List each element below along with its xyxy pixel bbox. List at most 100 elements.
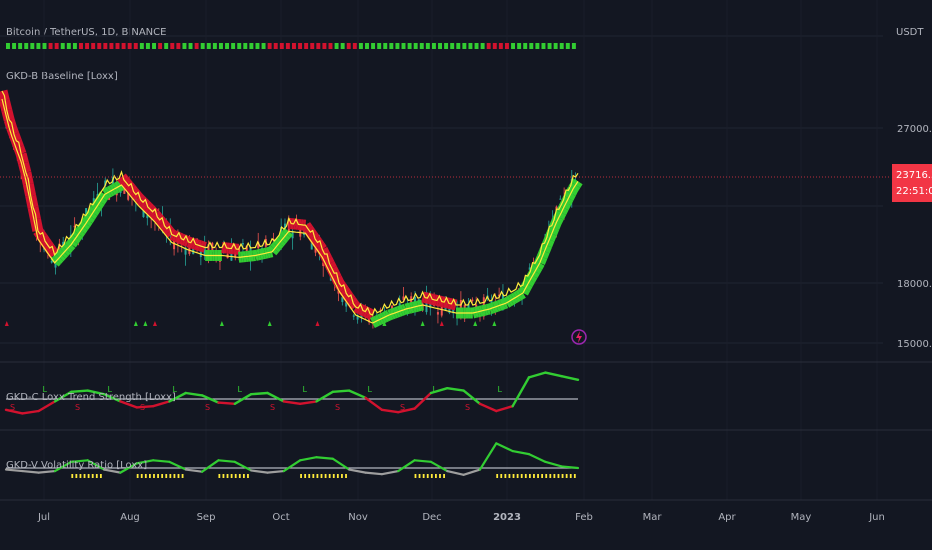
volatility-segment xyxy=(462,468,482,476)
trend-signal-label: S xyxy=(140,403,145,412)
trend-marker xyxy=(6,43,10,49)
signal-arrow xyxy=(473,321,478,326)
trend-signal-label: L xyxy=(368,385,373,394)
volatility-dot xyxy=(341,474,343,478)
volatility-dot xyxy=(565,474,568,478)
volatility-dot xyxy=(496,474,499,478)
volatility-dot xyxy=(443,474,445,478)
trend-marker xyxy=(444,43,449,49)
volatility-pane-title: GKD-V Volatility Ratio [Loxx] xyxy=(6,460,147,471)
volatility-dot xyxy=(173,474,176,478)
volatility-dot xyxy=(300,474,302,478)
volatility-dot xyxy=(238,474,241,478)
trend-marker xyxy=(48,43,53,49)
trend-marker xyxy=(298,43,303,49)
trend-marker xyxy=(395,43,400,49)
trend-marker xyxy=(249,43,254,49)
volatility-segment xyxy=(364,471,383,476)
volatility-dot xyxy=(569,474,572,478)
trend-marker xyxy=(279,43,284,49)
trend-marker xyxy=(547,43,552,49)
trend-signal-label: L xyxy=(303,385,308,394)
volatility-dot xyxy=(177,474,180,478)
trend-marker xyxy=(328,43,333,49)
candle-body xyxy=(559,198,562,200)
trend-marker xyxy=(170,43,175,49)
signal-arrow xyxy=(133,321,138,326)
grid-lines xyxy=(0,0,883,500)
trend-marker xyxy=(486,43,491,49)
trend-marker xyxy=(535,43,540,49)
volatility-segment xyxy=(478,442,498,471)
x-tick-label: Jun xyxy=(868,512,885,523)
trend-marker xyxy=(109,43,114,49)
volatility-dot xyxy=(345,474,347,478)
volatility-dot xyxy=(520,474,523,478)
volatility-dot xyxy=(439,474,441,478)
trend-strength-segment xyxy=(462,389,482,405)
trend-marker xyxy=(145,43,150,49)
trend-strength-segment xyxy=(184,391,204,397)
trend-strength-segment xyxy=(21,409,40,415)
chart-canvas[interactable]: SLSLSLSLSLSLSLSLGKD-C Loxx Trend Strengt… xyxy=(0,0,932,550)
signal-arrow xyxy=(420,321,425,326)
trend-strength-segment xyxy=(560,375,580,381)
volatility-dot xyxy=(75,474,78,478)
trend-marker xyxy=(304,43,309,49)
trend-marker xyxy=(66,43,71,49)
trend-marker xyxy=(164,43,169,49)
trend-marker xyxy=(480,43,485,49)
trend-marker xyxy=(18,43,23,49)
trend-marker xyxy=(85,43,90,49)
trend-strength-segment xyxy=(495,405,514,413)
trading-chart[interactable]: Bitcoin / TetherUS, 1D, BINANCE GKD-B Ba… xyxy=(0,0,932,550)
volatility-dot xyxy=(79,474,82,478)
trend-marker xyxy=(103,43,108,49)
trend-strength-pane[interactable]: SLSLSLSLSLSLSLSLGKD-C Loxx Trend Strengt… xyxy=(4,371,580,415)
volatility-segment xyxy=(282,459,302,473)
trend-strength-segment xyxy=(249,391,269,396)
volatility-dot xyxy=(242,474,245,478)
trend-marker xyxy=(273,43,278,49)
signal-arrow xyxy=(267,321,272,326)
volatility-dot xyxy=(504,474,507,478)
volatility-dot xyxy=(91,474,94,478)
trend-marker xyxy=(358,43,363,49)
trend-marker xyxy=(237,43,242,49)
volatility-segment xyxy=(201,459,220,473)
pane-dividers[interactable] xyxy=(0,361,932,501)
trend-marker xyxy=(243,43,248,49)
volatility-dot xyxy=(336,474,339,478)
baseline-ribbon-segment xyxy=(155,216,167,227)
volatility-dot xyxy=(157,474,159,478)
trend-marker xyxy=(413,43,418,49)
volatility-dot xyxy=(435,474,437,478)
volatility-segment xyxy=(250,469,269,474)
volatility-dot xyxy=(533,474,535,478)
trend-marker xyxy=(462,43,467,49)
trend-signal-label: S xyxy=(10,403,15,412)
x-tick-label: 2023 xyxy=(493,512,521,523)
signal-arrow xyxy=(439,321,444,326)
trend-marker xyxy=(498,43,503,49)
volatility-dot xyxy=(573,474,576,478)
volatility-dot xyxy=(308,474,311,478)
volatility-dot xyxy=(332,474,335,478)
trend-marker xyxy=(492,43,497,49)
trend-marker xyxy=(431,43,436,49)
x-tick-label: Apr xyxy=(718,512,736,523)
trend-strength-segment xyxy=(413,391,433,410)
volatility-dot xyxy=(500,474,503,478)
trend-marker xyxy=(352,43,357,49)
trend-marker xyxy=(231,43,236,49)
volatility-dot xyxy=(165,474,168,478)
volatility-pane[interactable]: GKD-V Volatility Ratio [Loxx] xyxy=(4,442,580,478)
trend-signal-label: S xyxy=(270,403,275,412)
volatility-dot xyxy=(528,474,531,478)
trend-marker xyxy=(346,43,351,49)
trend-marker xyxy=(218,43,223,49)
volatility-dot xyxy=(328,474,331,478)
trend-marker xyxy=(176,43,181,49)
trend-strength-segment xyxy=(544,371,563,378)
volatility-dot xyxy=(561,474,564,478)
